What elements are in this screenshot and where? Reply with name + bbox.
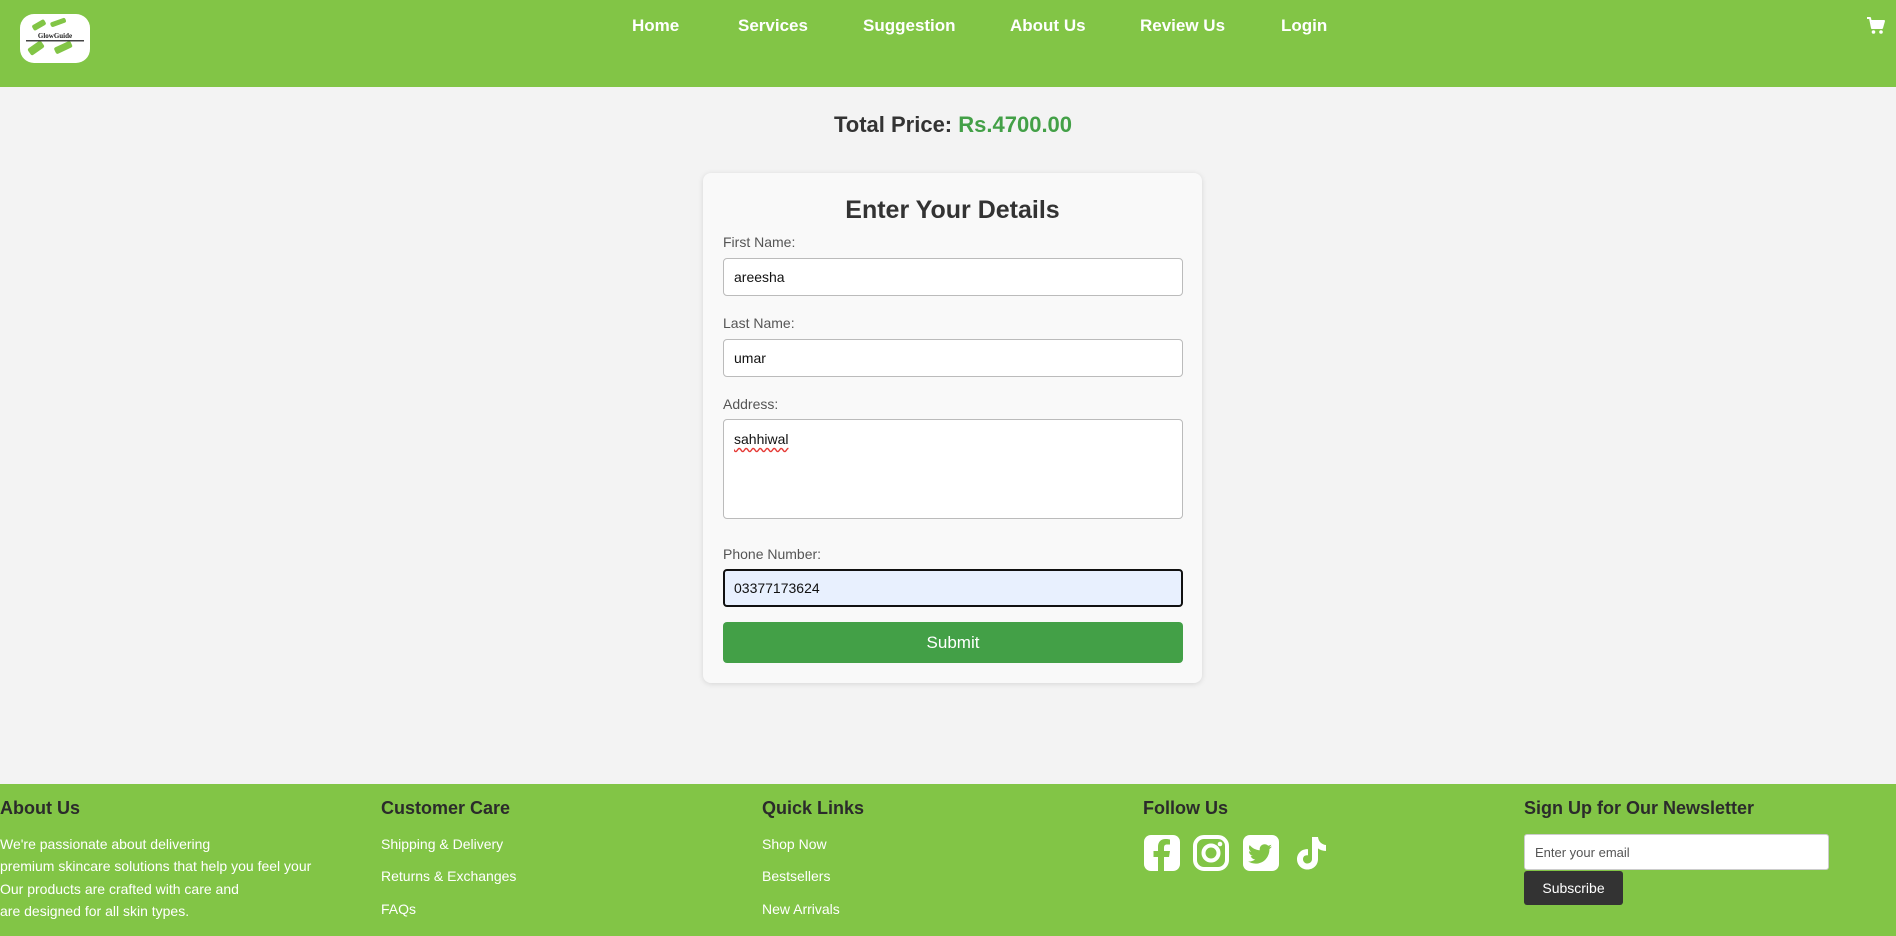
footer-quick-title: Quick Links — [762, 798, 865, 818]
phone-field[interactable] — [723, 569, 1183, 607]
tiktok-icon[interactable] — [1292, 834, 1330, 872]
nav-suggestion[interactable]: Suggestion — [863, 16, 956, 36]
footer-follow-title: Follow Us — [1143, 798, 1228, 818]
nav-review-us[interactable]: Review Us — [1140, 16, 1225, 36]
nav-services[interactable]: Services — [738, 16, 808, 36]
main-nav: Home Services Suggestion About Us Review… — [0, 16, 1896, 38]
form-title: Enter Your Details — [845, 196, 1060, 224]
address-label: Address: — [723, 396, 779, 412]
about-line: Our products are crafted with care and — [0, 881, 239, 897]
link-shop-now[interactable]: Shop Now — [762, 836, 827, 852]
total-price-value: Rs.4700.00 — [958, 112, 1073, 137]
phone-label: Phone Number: — [723, 546, 822, 562]
instagram-icon[interactable] — [1192, 834, 1230, 872]
about-line: are designed for all skin types. — [0, 903, 190, 919]
submit-button[interactable]: Submit — [723, 622, 1183, 663]
about-line: We're passionate about delivering — [0, 836, 211, 852]
footer-about-title: About Us — [0, 798, 80, 818]
footer-care-title: Customer Care — [381, 798, 511, 818]
twitter-icon[interactable] — [1242, 834, 1280, 872]
last-name-label: Last Name: — [723, 315, 795, 331]
total-price-label: Total Price: — [833, 112, 953, 137]
link-returns-exchanges[interactable]: Returns & Exchanges — [381, 868, 516, 884]
subscribe-button[interactable]: Subscribe — [1524, 871, 1623, 905]
site-header: GlowGuide Home Services Suggestion About… — [0, 0, 1896, 87]
link-new-arrivals[interactable]: New Arrivals — [762, 901, 840, 917]
first-name-field[interactable] — [723, 258, 1183, 296]
last-name-field[interactable] — [723, 339, 1183, 377]
address-field[interactable] — [723, 419, 1183, 519]
footer-newsletter-title: Sign Up for Our Newsletter — [1524, 798, 1755, 818]
link-faqs[interactable]: FAQs — [381, 901, 416, 917]
first-name-label: First Name: — [723, 234, 796, 250]
link-shipping-delivery[interactable]: Shipping & Delivery — [381, 836, 503, 852]
site-footer: About Us We're passionate about deliveri… — [0, 784, 1896, 936]
cart-icon[interactable] — [1866, 16, 1886, 36]
facebook-icon[interactable] — [1143, 834, 1181, 872]
total-price: Total Price: Rs.4700.00 — [0, 112, 1896, 138]
nav-home[interactable]: Home — [632, 16, 679, 36]
about-line: premium skincare solutions that help you… — [0, 858, 312, 874]
nav-about-us[interactable]: About Us — [1010, 16, 1086, 36]
newsletter-email-input[interactable] — [1524, 834, 1829, 870]
nav-login[interactable]: Login — [1281, 16, 1327, 36]
link-bestsellers[interactable]: Bestsellers — [762, 868, 830, 884]
